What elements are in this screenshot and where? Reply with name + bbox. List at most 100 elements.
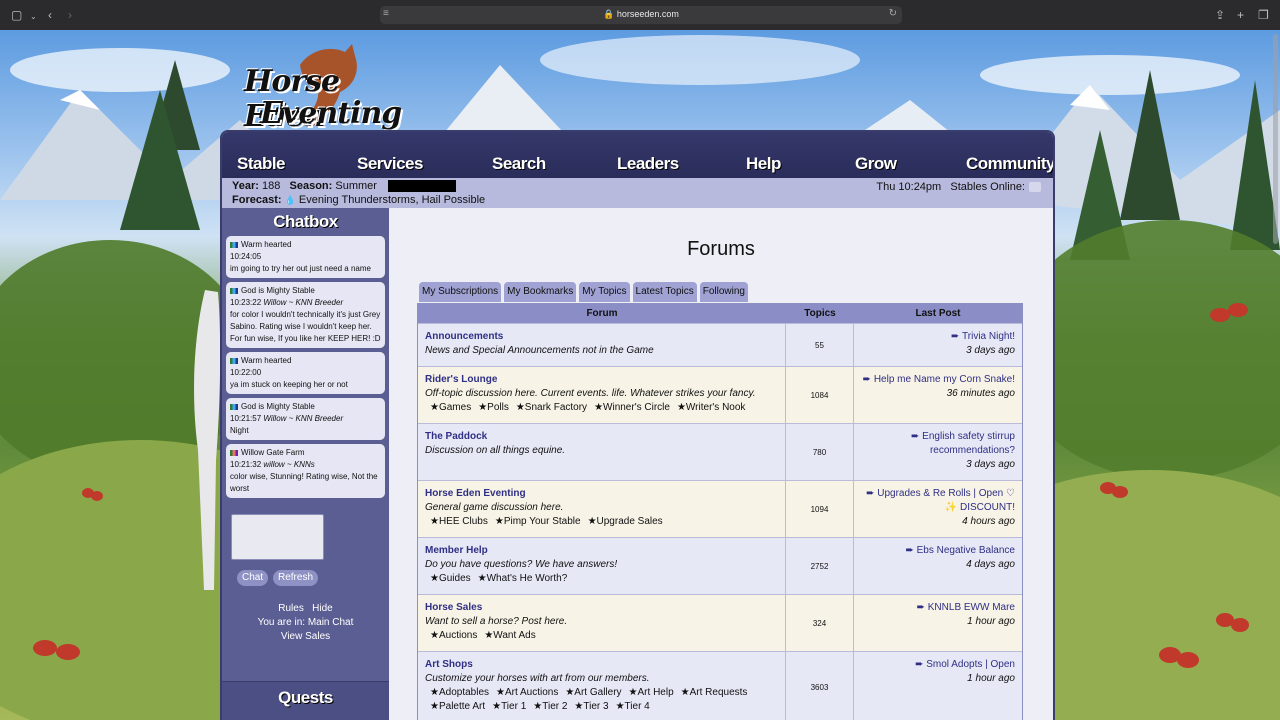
time-and-online: Thu 10:24pm Stables Online: (876, 181, 1025, 193)
last-post-link[interactable]: ➨ English safety stirrup recommendations… (861, 430, 1015, 458)
topics-count: 1084 (786, 367, 854, 423)
subforum-links: ★HEE Clubs ★Pimp Your Stable ★Upgrade Sale… (425, 515, 778, 529)
chat-text: color wise, Stunning! Rating wise, Not t… (230, 472, 378, 493)
game-date: Year: 188 Season: Summer (232, 180, 456, 193)
forum-name-link[interactable]: Art Shops (425, 658, 778, 672)
chat-author[interactable]: Warm hearted (241, 355, 291, 367)
topics-count: 780 (786, 424, 854, 480)
subforum-link[interactable]: ★Auctions (430, 630, 477, 641)
subforum-link[interactable]: ★Art Auctions (496, 687, 558, 698)
subforum-link[interactable]: ★HEE Clubs (430, 516, 488, 527)
last-post-link[interactable]: ➨ Help me Name my Corn Snake! (861, 373, 1015, 387)
tab-my-bookmarks[interactable]: My Bookmarks (504, 282, 577, 302)
last-post-link[interactable]: ➨ Trivia Night! (861, 330, 1015, 344)
nav-search[interactable]: Search (492, 154, 546, 174)
subforum-link[interactable]: ★Games (430, 402, 471, 413)
flag-icon (230, 358, 238, 364)
subforum-link[interactable]: ★Palette Art (430, 701, 485, 712)
chat-author[interactable]: Willow Gate Farm (241, 447, 305, 459)
subforum-link[interactable]: ★Art Help (629, 687, 674, 698)
chat-time: 10:21:57 (230, 414, 262, 423)
table-row: Art Shops Customize your horses with art… (418, 651, 1022, 720)
forum-name-link[interactable]: Horse Eden Eventing (425, 487, 778, 501)
last-post-time: 3 days ago (966, 345, 1015, 356)
last-post-link[interactable]: ➨ KNNLB EWW Mare (861, 601, 1015, 615)
nav-stable[interactable]: Stable (237, 154, 286, 174)
subforum-link[interactable]: ★Tier 2 (533, 701, 567, 712)
tab-overview-icon[interactable]: ❐ (1258, 8, 1269, 22)
subforum-link[interactable]: ★Adoptables (430, 687, 489, 698)
subforum-link[interactable]: ★Want Ads (484, 630, 535, 641)
new-tab-icon[interactable]: + (1237, 8, 1244, 22)
view-sales-link[interactable]: View Sales (222, 630, 389, 644)
chat-message: Warm hearted 10:22:00 ya im stuck on kee… (226, 352, 385, 394)
nav-help[interactable]: Help (746, 154, 781, 174)
flag-icon (230, 404, 238, 410)
address-bar[interactable]: ≡ 🔒 horseeden.com ↻ (380, 6, 902, 24)
subforum-link[interactable]: ★Tier 3 (574, 701, 608, 712)
last-post-link[interactable]: ➨ Ebs Negative Balance (861, 544, 1015, 558)
subforum-links: ★Adoptables ★Art Auctions ★Art Gallery ★Art… (425, 686, 778, 700)
season-label: Season: (289, 180, 333, 192)
header-topics: Topics (804, 308, 836, 319)
nav-community[interactable]: Community (966, 154, 1053, 174)
site-logo[interactable]: Horse Eden Eventing (240, 40, 420, 134)
subforum-link[interactable]: ★Pimp Your Stable (495, 516, 581, 527)
forward-arrow-icon[interactable]: › (68, 8, 72, 22)
last-post-cell: ➨ Upgrades & Re Rolls | Open ♡ ✨ DISCOUN… (854, 481, 1022, 537)
header-last-post: Last Post (915, 308, 961, 319)
chevron-down-icon[interactable]: ⌄ (30, 10, 37, 24)
last-post-link[interactable]: ➨ Smol Adopts | Open (861, 658, 1015, 672)
chat-author[interactable]: Warm hearted (241, 239, 291, 251)
forum-name-link[interactable]: Horse Sales (425, 601, 778, 615)
subforum-link[interactable]: ★Art Gallery (565, 687, 621, 698)
last-post-time: 1 hour ago (967, 616, 1015, 627)
subforum-link[interactable]: ★Guides (430, 573, 471, 584)
subforum-link[interactable]: ★Winner's Circle (594, 402, 670, 413)
subforum-link[interactable]: ★Tier 1 (492, 701, 526, 712)
tab-my-subscriptions[interactable]: My Subscriptions (419, 282, 502, 302)
forum-name-link[interactable]: The Paddock (425, 430, 778, 444)
share-icon[interactable]: ⇪ (1215, 8, 1225, 22)
tab-my-topics[interactable]: My Topics (579, 282, 630, 302)
back-arrow-icon[interactable]: ‹ (48, 8, 52, 22)
last-post-time: 4 days ago (966, 559, 1015, 570)
forum-name-link[interactable]: Rider's Lounge (425, 373, 778, 387)
sidebar-toggle-icon[interactable]: ▢ (11, 8, 22, 22)
forum-name-link[interactable]: Member Help (425, 544, 778, 558)
rules-link[interactable]: Rules (278, 603, 304, 614)
forum-tabs: My Subscriptions My Bookmarks My Topics … (419, 282, 748, 302)
subforum-link[interactable]: ★Art Requests (681, 687, 748, 698)
nav-grow[interactable]: Grow (855, 154, 897, 174)
last-post-time: 4 hours ago (962, 516, 1015, 527)
chat-author[interactable]: God is Mighty Stable (241, 285, 315, 297)
tab-latest-topics[interactable]: Latest Topics (632, 282, 697, 302)
subforum-link[interactable]: ★Snark Factory (516, 402, 587, 413)
chat-subtitle: willow ~ KNNs (263, 460, 315, 469)
chat-input[interactable] (231, 514, 324, 560)
page-scrollbar[interactable] (1273, 34, 1278, 244)
nav-services[interactable]: Services (357, 154, 423, 174)
chat-author[interactable]: God is Mighty Stable (241, 401, 315, 413)
refresh-button[interactable]: Refresh (273, 570, 319, 586)
subforum-link[interactable]: ★What's He Worth? (478, 573, 568, 584)
chat-button[interactable]: Chat (237, 570, 269, 586)
subforum-link[interactable]: ★Tier 4 (616, 701, 650, 712)
subforum-link[interactable]: ★Upgrade Sales (588, 516, 663, 527)
forum-name-link[interactable]: Announcements (425, 330, 778, 344)
stables-online-label[interactable]: Stables Online: (950, 181, 1025, 193)
tab-following[interactable]: Following (699, 282, 748, 302)
forum-cell: Rider's Lounge Off-topic discussion here… (418, 367, 786, 423)
raindrop-icon: 💧 (284, 195, 296, 205)
quests-title[interactable]: Quests (222, 688, 389, 708)
flag-icon (230, 450, 238, 456)
nav-leaders[interactable]: Leaders (617, 154, 679, 174)
hide-link[interactable]: Hide (312, 603, 333, 614)
table-row: Horse Eden Eventing General game discuss… (418, 480, 1022, 537)
reload-icon[interactable]: ↻ (889, 8, 897, 19)
last-post-link[interactable]: ➨ Upgrades & Re Rolls | Open ♡ ✨ DISCOUN… (861, 487, 1015, 515)
subforum-link[interactable]: ★Polls (478, 402, 509, 413)
subforum-link[interactable]: ★Writer's Nook (677, 402, 745, 413)
chat-message: God is Mighty Stable 10:23:22 Willow ~ K… (226, 282, 385, 348)
last-post-time: 36 minutes ago (946, 388, 1015, 399)
